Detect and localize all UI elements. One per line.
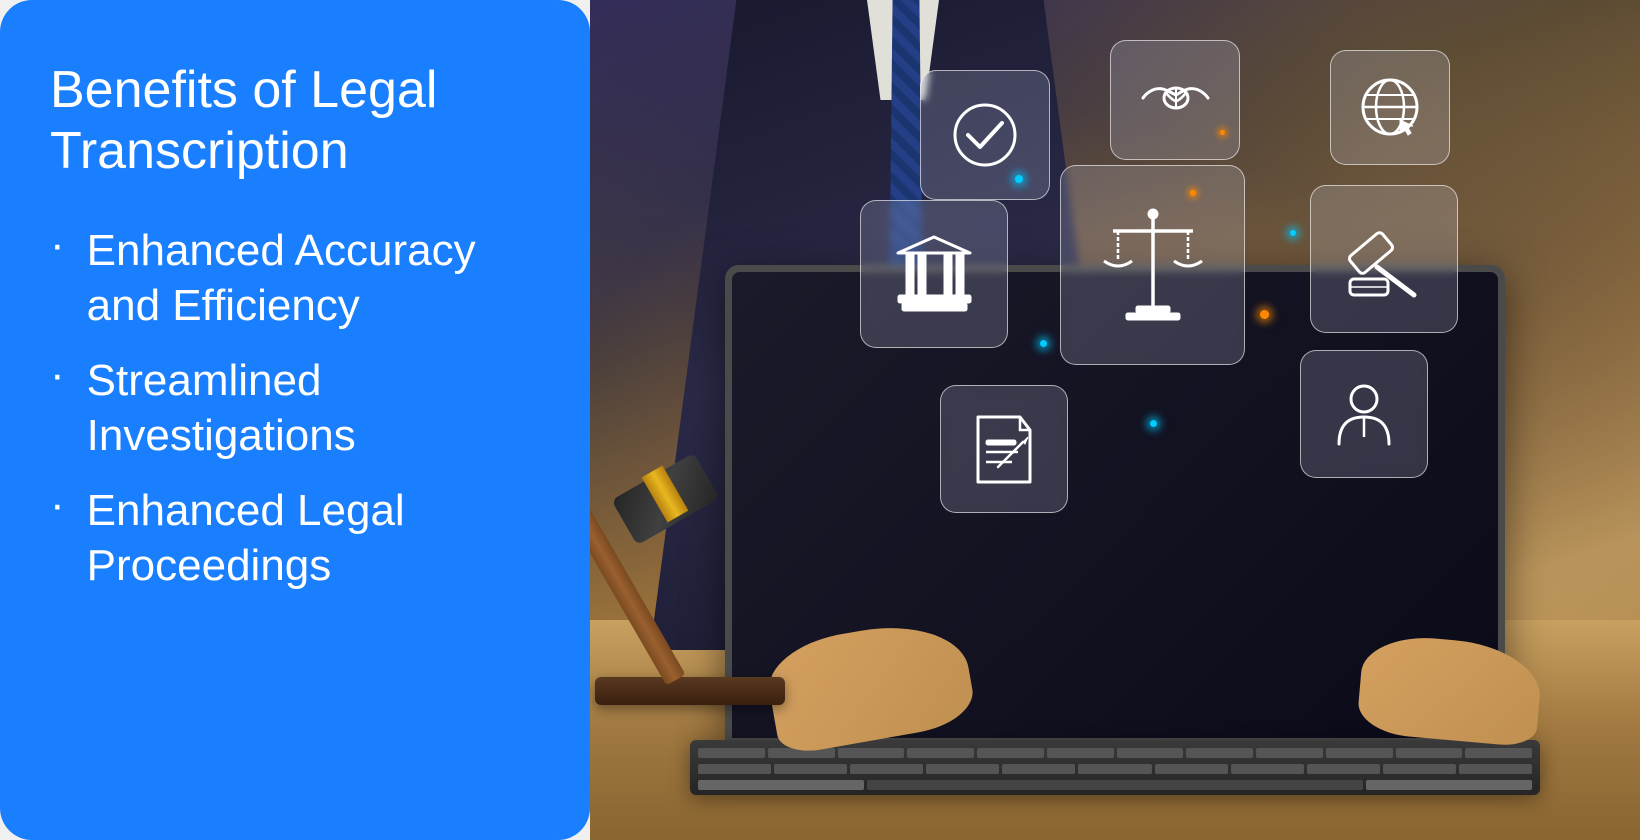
globe-icon-card [1330, 50, 1450, 165]
benefit-item-3: · Enhanced Legal Proceedings [50, 483, 540, 593]
bullet-1: · [50, 219, 65, 272]
benefit-text-3: Enhanced Legal Proceedings [87, 483, 405, 593]
handshake-icon-card [1110, 40, 1240, 160]
glow-dot-7 [1150, 420, 1157, 427]
courthouse-icon [892, 233, 977, 315]
right-panel [590, 0, 1640, 840]
scales-of-justice-icon [1098, 206, 1208, 324]
judge-gavel-icon [1342, 217, 1427, 302]
panel-title: Benefits of Legal Transcription [50, 60, 540, 223]
law-document-icon [968, 412, 1040, 487]
benefits-list: · Enhanced Accuracy and Efficiency · Str… [50, 223, 540, 613]
left-panel: Benefits of Legal Transcription · Enhanc… [0, 0, 590, 840]
title-line1: Benefits of Legal [50, 61, 437, 119]
floating-icons-container [840, 30, 1620, 630]
benefit-text-2: Streamlined Investigations [87, 353, 356, 463]
checkmark-icon [950, 100, 1020, 170]
handshake-icon [1138, 73, 1213, 128]
glow-dot-4 [1260, 310, 1269, 319]
benefit-text-1: Enhanced Accuracy and Efficiency [87, 223, 476, 333]
person-silhouette-icon [1329, 379, 1399, 449]
checkmark-icon-card [920, 70, 1050, 200]
globe-icon [1358, 75, 1423, 140]
courthouse-icon-card [860, 200, 1008, 348]
title-line2: Transcription [50, 122, 349, 180]
glow-dot-3 [1040, 340, 1047, 347]
glow-dot-1 [1015, 175, 1023, 183]
scales-icon-card [1060, 165, 1245, 365]
gavel-sound-block [595, 677, 785, 705]
glow-dot-6 [1220, 130, 1225, 135]
person-icon-card [1300, 350, 1428, 478]
judge-gavel-icon-card [1310, 185, 1458, 333]
benefit-item-2: · Streamlined Investigations [50, 353, 540, 463]
benefit-item-1: · Enhanced Accuracy and Efficiency [50, 223, 540, 333]
glow-dot-5 [1290, 230, 1296, 236]
law-document-icon-card [940, 385, 1068, 513]
bullet-3: · [50, 479, 65, 532]
bullet-2: · [50, 349, 65, 402]
glow-dot-2 [1190, 190, 1196, 196]
